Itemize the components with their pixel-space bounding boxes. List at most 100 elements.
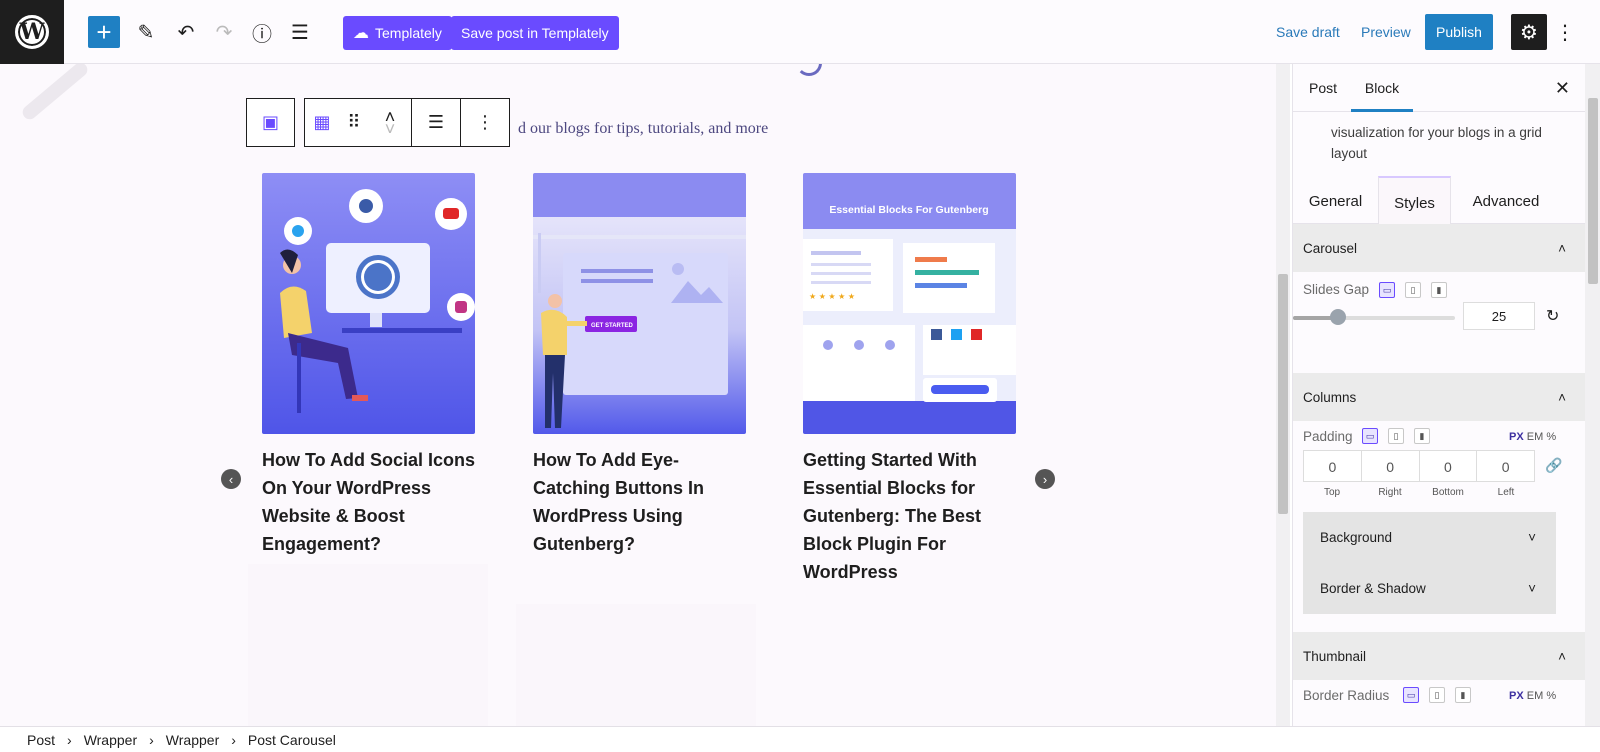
tab-advanced[interactable]: Advanced: [1451, 176, 1561, 224]
carousel-section-header[interactable]: Carousel ˄: [1293, 224, 1585, 272]
edit-tools-icon[interactable]: ✎: [130, 16, 162, 48]
post-title[interactable]: How To Add Social Icons On Your WordPres…: [262, 446, 475, 558]
block-toolbar: ▣ ▦ ⠿ ˄ ˅ ☰ ⋮: [246, 98, 510, 147]
mobile-icon[interactable]: ▮: [1455, 687, 1471, 703]
block-description: visualization for your blogs in a grid l…: [1331, 125, 1542, 161]
decorative-circle: [796, 64, 822, 76]
mobile-icon[interactable]: ▮: [1414, 428, 1430, 444]
desktop-icon[interactable]: ▭: [1379, 282, 1395, 298]
save-draft-button[interactable]: Save draft: [1276, 16, 1340, 48]
padding-right-input[interactable]: 0: [1362, 451, 1420, 481]
background-label: Background: [1320, 530, 1393, 545]
breadcrumb: Post › Wrapper › Wrapper › Post Carousel: [0, 726, 1600, 752]
tab-block[interactable]: Block: [1351, 64, 1413, 112]
reset-icon[interactable]: ↻: [1546, 306, 1559, 326]
carousel-block-icon[interactable]: ▦: [305, 99, 339, 146]
columns-section-header[interactable]: Columns ˄: [1293, 373, 1585, 421]
breadcrumb-item-wrapper-inner[interactable]: Wrapper: [166, 732, 219, 748]
canvas-scrollbar[interactable]: [1276, 64, 1290, 726]
tab-styles[interactable]: Styles: [1378, 176, 1451, 224]
breadcrumb-item-post[interactable]: Post: [27, 732, 55, 748]
templately-cloud-icon: ☁: [353, 25, 369, 42]
desktop-icon[interactable]: ▭: [1403, 687, 1419, 703]
card-background: [516, 604, 756, 726]
templately-label: Templately: [375, 25, 442, 41]
tab-post[interactable]: Post: [1309, 64, 1337, 112]
wordpress-icon: W: [15, 15, 49, 49]
padding-left-input[interactable]: 0: [1477, 451, 1534, 481]
post-card[interactable]: GET STARTED How To Add Eye-Catching Butt…: [533, 173, 746, 558]
save-in-templately-button[interactable]: Save post in Templately: [451, 16, 619, 50]
breadcrumb-separator-icon: ›: [231, 731, 236, 748]
tablet-icon[interactable]: ▯: [1405, 282, 1421, 298]
carousel-next-icon[interactable]: ›: [1035, 469, 1055, 489]
list-view-icon[interactable]: ☰: [284, 16, 316, 48]
thumbnail-get-started-text: GET STARTED: [591, 323, 634, 329]
decorative-shape: [19, 64, 91, 123]
add-block-button[interactable]: +: [88, 16, 120, 48]
preview-button[interactable]: Preview: [1361, 16, 1411, 48]
chevron-up-icon: ˄: [1558, 648, 1566, 664]
undo-icon[interactable]: ↶: [170, 16, 202, 48]
border-shadow-toggle[interactable]: Border & Shadow ˅: [1303, 563, 1556, 614]
chevron-down-icon: ˅: [1528, 530, 1536, 545]
redo-icon[interactable]: ↷: [208, 16, 240, 48]
options-more-icon[interactable]: ⋮: [1555, 16, 1575, 48]
padding-inputs: 0 0 0 0: [1303, 450, 1535, 482]
block-controls: ▦ ⠿ ˄ ˅ ☰ ⋮: [304, 98, 510, 147]
breadcrumb-item-post-carousel[interactable]: Post Carousel: [248, 732, 336, 748]
slides-gap-input[interactable]: 25: [1463, 302, 1535, 330]
mobile-icon[interactable]: ▮: [1431, 282, 1447, 298]
tab-general[interactable]: General: [1293, 176, 1378, 224]
drag-handle-icon[interactable]: ⠿: [339, 99, 369, 146]
settings-gear-icon[interactable]: ⚙: [1511, 14, 1547, 50]
align-icon[interactable]: ☰: [412, 99, 460, 146]
thumbnail-section-header[interactable]: Thumbnail ˄: [1293, 632, 1585, 680]
details-info-icon[interactable]: ⓘ: [246, 16, 278, 48]
unit-percent[interactable]: %: [1546, 431, 1556, 443]
wordpress-logo[interactable]: W: [0, 0, 64, 64]
unit-selector[interactable]: PX EM %: [1509, 690, 1556, 702]
padding-top-input[interactable]: 0: [1304, 451, 1362, 481]
unit-em[interactable]: EM: [1527, 431, 1544, 443]
section-subtitle: d our blogs for tips, tutorials, and mor…: [518, 120, 769, 137]
block-type-icon[interactable]: ▣: [247, 99, 294, 146]
breadcrumb-separator-icon: ›: [67, 731, 72, 748]
unit-selector[interactable]: PX EM %: [1509, 431, 1556, 443]
post-card[interactable]: How To Add Social Icons On Your WordPres…: [262, 173, 475, 558]
post-thumbnail[interactable]: [262, 173, 475, 434]
parent-block-selector[interactable]: ▣: [246, 98, 295, 147]
publish-button[interactable]: Publish: [1425, 14, 1493, 50]
unit-em[interactable]: EM: [1527, 690, 1544, 702]
slider-handle[interactable]: [1329, 309, 1346, 325]
close-icon[interactable]: ✕: [1555, 64, 1570, 112]
link-values-icon[interactable]: 🔗: [1545, 457, 1562, 474]
padding-bottom-input[interactable]: 0: [1420, 451, 1478, 481]
scrollbar-thumb[interactable]: [1278, 274, 1288, 514]
post-title[interactable]: Getting Started With Essential Blocks fo…: [803, 446, 1016, 586]
post-card[interactable]: Essential Blocks For Gutenberg ★ ★ ★ ★ ★…: [803, 173, 1016, 586]
tablet-icon[interactable]: ▯: [1429, 687, 1445, 703]
svg-text:★ ★ ★ ★ ★: ★ ★ ★ ★ ★: [809, 292, 855, 301]
tablet-icon[interactable]: ▯: [1388, 428, 1404, 444]
breadcrumb-item-wrapper[interactable]: Wrapper: [84, 732, 137, 748]
style-tabs: General Styles Advanced: [1293, 176, 1585, 224]
thumbnail-heading-text: Essential Blocks For Gutenberg: [829, 204, 988, 216]
post-thumbnail[interactable]: GET STARTED: [533, 173, 746, 434]
sidebar-scrollbar[interactable]: [1585, 64, 1600, 726]
unit-px[interactable]: PX: [1509, 690, 1524, 702]
scrollbar-thumb[interactable]: [1588, 98, 1598, 284]
post-title[interactable]: How To Add Eye-Catching Buttons In WordP…: [533, 446, 746, 558]
slides-gap-label: Slides Gap: [1303, 282, 1370, 297]
unit-percent[interactable]: %: [1546, 690, 1556, 702]
slider-fill: [1293, 316, 1334, 320]
post-thumbnail[interactable]: Essential Blocks For Gutenberg ★ ★ ★ ★ ★: [803, 173, 1016, 434]
columns-subpanels: Background ˅ Border & Shadow ˅: [1303, 512, 1556, 614]
background-toggle[interactable]: Background ˅: [1303, 512, 1556, 563]
unit-px[interactable]: PX: [1509, 431, 1524, 443]
move-down-icon[interactable]: ˅: [385, 120, 396, 138]
templately-button[interactable]: ☁ Templately: [343, 16, 452, 50]
carousel-prev-icon[interactable]: ‹: [221, 469, 241, 489]
block-options-icon[interactable]: ⋮: [461, 99, 509, 146]
desktop-icon[interactable]: ▭: [1362, 428, 1378, 444]
